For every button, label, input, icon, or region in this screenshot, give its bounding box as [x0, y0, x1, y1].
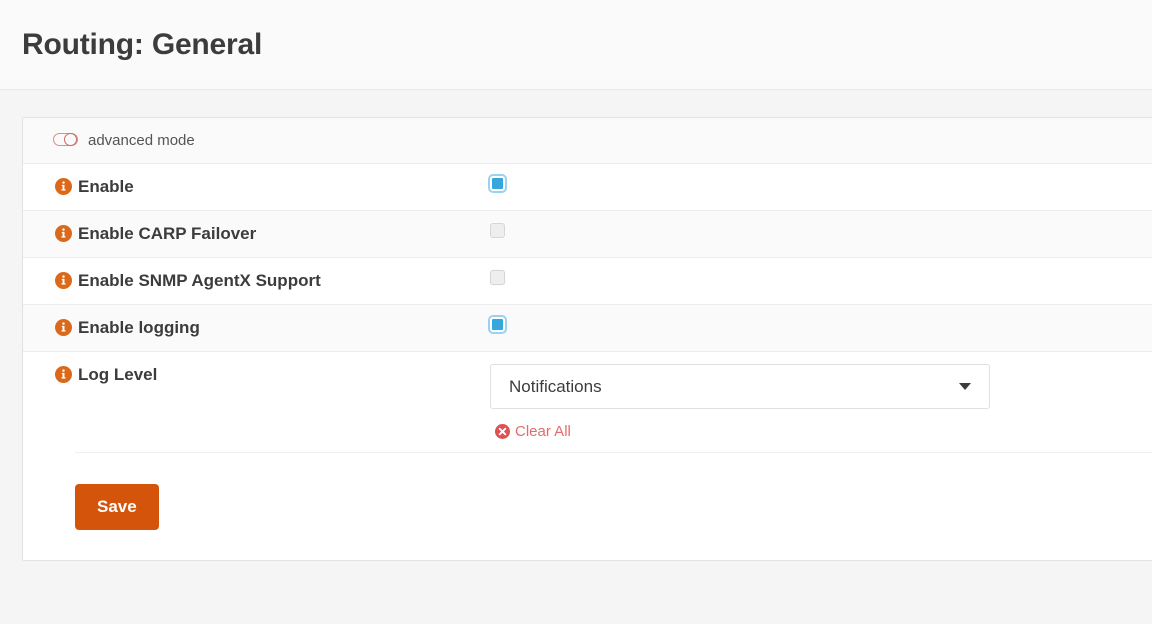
advanced-mode-label: advanced mode: [88, 132, 195, 149]
form-row-label: Enable logging: [78, 318, 200, 337]
snmp-agentx-checkbox[interactable]: [490, 270, 505, 285]
info-icon[interactable]: [55, 319, 72, 336]
form-row-label-cell: Log Level: [23, 352, 489, 397]
log-level-select[interactable]: Notifications: [490, 364, 990, 409]
form-row-snmp-agentx: Enable SNMP AgentX Support: [23, 258, 1152, 305]
settings-card: advanced mode Enable Enable CARP Failove…: [22, 117, 1152, 561]
form-row-label: Enable SNMP AgentX Support: [78, 271, 321, 290]
form-row-label: Log Level: [78, 365, 158, 384]
form-row-control-cell: [489, 258, 1152, 297]
form-row-label: Enable CARP Failover: [78, 224, 257, 243]
card-footer: Save: [23, 452, 1152, 560]
enable-logging-checkbox[interactable]: [490, 317, 505, 332]
form-row-carp-failover: Enable CARP Failover: [23, 211, 1152, 258]
form-row-enable: Enable: [23, 164, 1152, 211]
clear-all-button[interactable]: Clear All: [495, 423, 1152, 440]
log-level-selected-value: Notifications: [509, 376, 602, 396]
page-title: Routing: General: [22, 27, 263, 61]
form-row-label-cell: Enable: [23, 164, 489, 209]
chevron-down-icon: [959, 383, 971, 390]
toggle-off-icon[interactable]: [53, 133, 80, 148]
form-row-label-cell: Enable SNMP AgentX Support: [23, 258, 489, 303]
page-header: Routing: General: [0, 0, 1152, 90]
form-row-control-cell: Notifications Clear All: [489, 352, 1152, 452]
form-row-label-cell: Enable CARP Failover: [23, 211, 489, 256]
circle-x-icon: [495, 424, 510, 439]
carp-failover-checkbox[interactable]: [490, 223, 505, 238]
info-icon[interactable]: [55, 272, 72, 289]
info-icon[interactable]: [55, 178, 72, 195]
info-icon[interactable]: [55, 225, 72, 242]
advanced-mode-row[interactable]: advanced mode: [23, 118, 1152, 164]
footer-divider: [75, 452, 1152, 453]
save-button[interactable]: Save: [75, 484, 159, 530]
info-icon[interactable]: [55, 366, 72, 383]
form-row-control-cell: [489, 305, 1152, 344]
enable-checkbox[interactable]: [490, 176, 505, 191]
form-row-label-cell: Enable logging: [23, 305, 489, 350]
form-row-log-level: Log Level Notifications Clear All: [23, 352, 1152, 452]
form-row-label: Enable: [78, 177, 134, 196]
clear-all-label: Clear All: [515, 423, 571, 440]
form-row-control-cell: [489, 164, 1152, 203]
form-row-control-cell: [489, 211, 1152, 250]
content-area: advanced mode Enable Enable CARP Failove…: [0, 90, 1152, 561]
form-row-enable-logging: Enable logging: [23, 305, 1152, 352]
